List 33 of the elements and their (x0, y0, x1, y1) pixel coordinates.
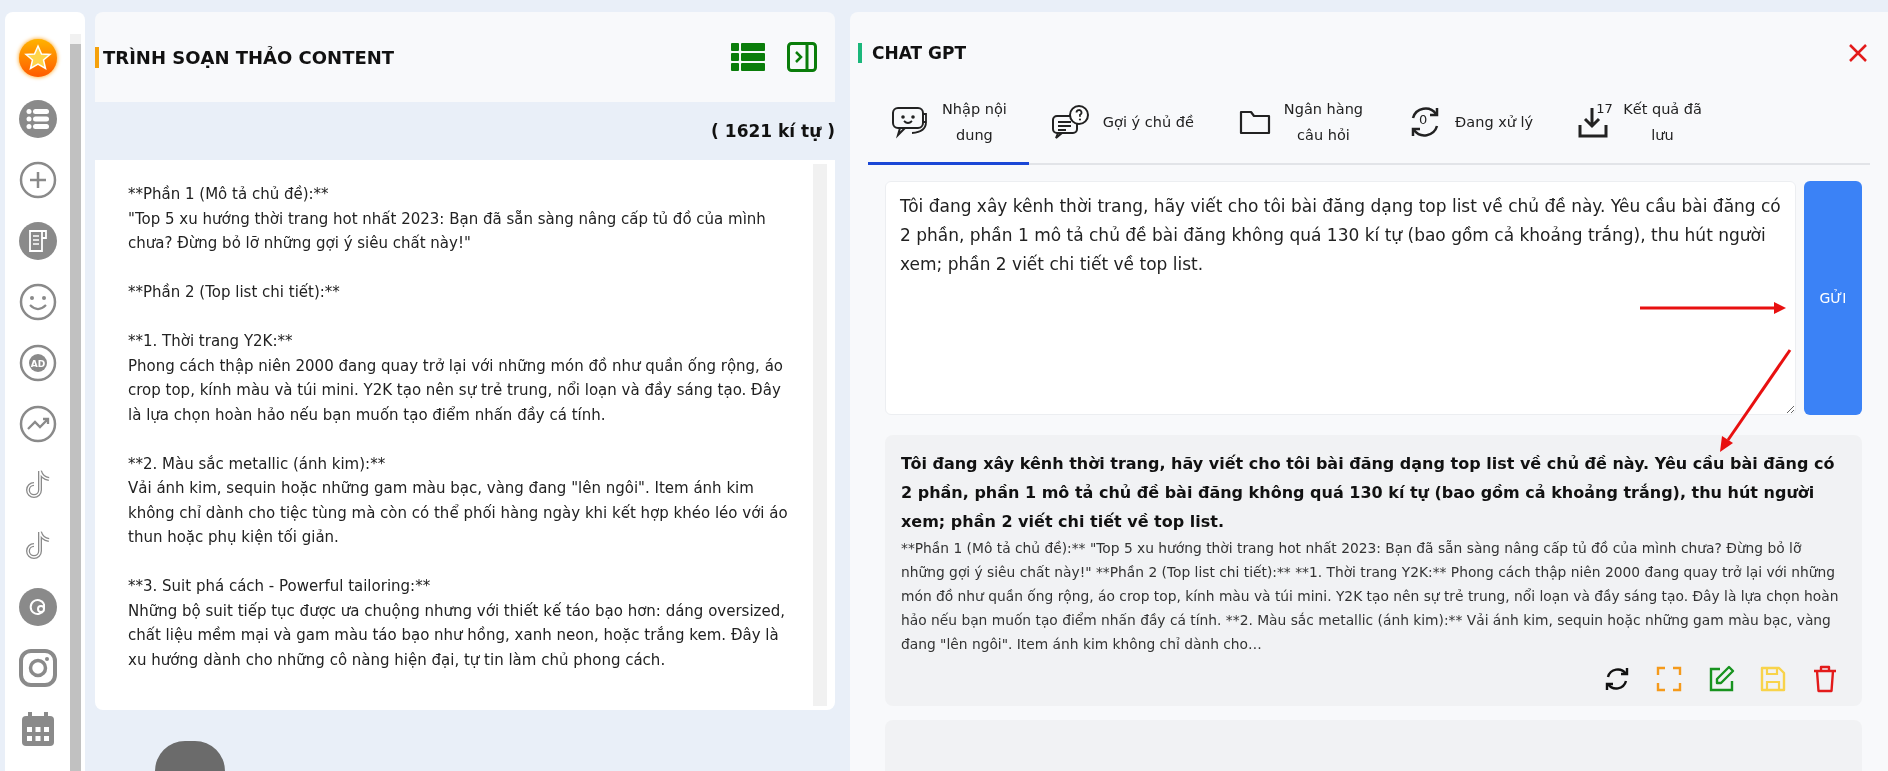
tab[interactable]: 17 Kết quả đã lưu (1555, 86, 1724, 165)
prompt-field[interactable]: Tôi đang xây kênh thời trang, hãy viết cho tôi bài đăng dạng top list về chủ đề này. Yêu cầu bài đăng có 2 phần, phần 1 mô tả chủ đề bài đăng không quá 130 kí tự (bao gồm cả khoảng trắng), thu hút người xem; phần 2 viết chi tiết về top list. (885, 181, 1796, 415)
smiley-icon[interactable] (17, 282, 58, 322)
camera-icon[interactable] (17, 648, 58, 688)
list-view-icon[interactable] (731, 42, 765, 72)
tab[interactable]: Nhập nội dung (868, 86, 1029, 165)
document-icon[interactable] (17, 221, 58, 261)
tab[interactable]: Ngân hàng câu hỏi (1215, 86, 1386, 165)
character-count: ( 1621 kí tự ) (711, 121, 835, 141)
paragraph: **3. Suit phá cách - Powerful tailoring:** Những bộ suit tiếp tục được ưa chuộng nhưng với thiết kế táo bạo hơn: dáng oversized, chất liệu mềm mại và gam màu táo bạo như hồng, xanh neon, hoặc trắng kem. Đây là xu hướng dành cho những cô nàng hiện đại, tự tin làm chủ phong cách. (128, 576, 786, 671)
paragraph: **Phần 1 (Mô tả chủ đề):** "Top 5 xu hướng thời trang hot nhất 2023: Bạn đã sẵn sàng nâng cấp tủ đồ của mình chưa? Đừng bỏ lỡ những gợi ý siêu chất này!" (128, 184, 767, 254)
result-question: Tôi đang xây kênh thời trang, hãy viết cho tôi bài đăng dạng top list về chủ đề này. Yêu cầu bài đăng có 2 phần, phần 1 mô tả chủ đề bài đăng không quá 130 kí tự (bao gồm cả khoảng trắng), thu hút người xem; phần 2 viết chi tiết về top list. (901, 453, 1836, 533)
round-button[interactable] (155, 741, 225, 771)
at-sign-icon[interactable] (17, 587, 58, 627)
add-icon[interactable] (17, 160, 58, 200)
send-button[interactable]: GỬI (1804, 181, 1862, 415)
fullscreen-button[interactable] (1654, 664, 1684, 694)
paragraph: **Phần 2 (Top list chi tiết):** (128, 282, 341, 303)
question-chat-icon (1050, 104, 1091, 140)
paragraph: **2. Màu sắc metallic (ánh kim):** Vải ánh kim, sequin hoặc những gam màu bạc, vàng đang "lên ngôi". Item ánh kim không chỉ dành cho tiệc tùng mà còn có thể phối hàng ngày khi kết hợp khéo léo với áo thun hoặc phụ kiện tối giản. (128, 453, 789, 548)
panel-toggle-icon[interactable] (787, 42, 817, 72)
count-label: 17 (1596, 101, 1613, 116)
panel-title: CHAT GPT (858, 43, 967, 63)
count-label: 0 (1419, 112, 1428, 127)
paragraph: **1. Thời trang Y2K:** Phong cách thập niên 2000 đang quay trở lại với những món đồ như quần ống rộng, áo crop top, kính màu và túi mini. Y2K tạo nên sự trẻ trung, nổi loạn và đầy sáng tạo. Đây là lựa chọn hoàn hảo nếu bạn muốn tạo điểm nhấn đầy cá tính. (128, 331, 784, 426)
tab[interactable]: 0 Đang xử lý (1385, 86, 1556, 165)
result-answer: **Phần 1 (Mô tả chủ đề):** "Top 5 xu hướng thời trang hot nhất 2023: Bạn đã sẵn sàng nâng cấp tủ đồ của mình chưa? Đừng bỏ lỡ những gợi ý siêu chất này!" **Phần 2 (Top list chi tiết):** **1. Thời trang Y2K:** Phong cách thập niên 2000 đang quay trở lại với những món đồ như quần ống rộng, áo crop top, kính màu và túi mini. Y2K tạo nên sự trẻ trung, nổi loạn và đầy sáng tạo. Đây là lựa chọn hoàn hảo nếu bạn muốn tạo điểm nhấn đầy cá tính. **2. Màu sắc metallic (ánh kim):** Vải ánh kim, sequin hoặc những gam màu bạc, vàng đang "lên ngôi". Item ánh kim không chỉ dành cho… (901, 539, 1840, 654)
panel-title: TRÌNH SOẠN THẢO CONTENT (95, 46, 395, 68)
chatbot-icon (890, 104, 930, 140)
trend-icon[interactable] (17, 404, 58, 444)
list-icon[interactable] (17, 99, 58, 139)
scrollbar[interactable] (70, 34, 81, 771)
tab[interactable]: Gợi ý chủ đề (1028, 86, 1216, 165)
